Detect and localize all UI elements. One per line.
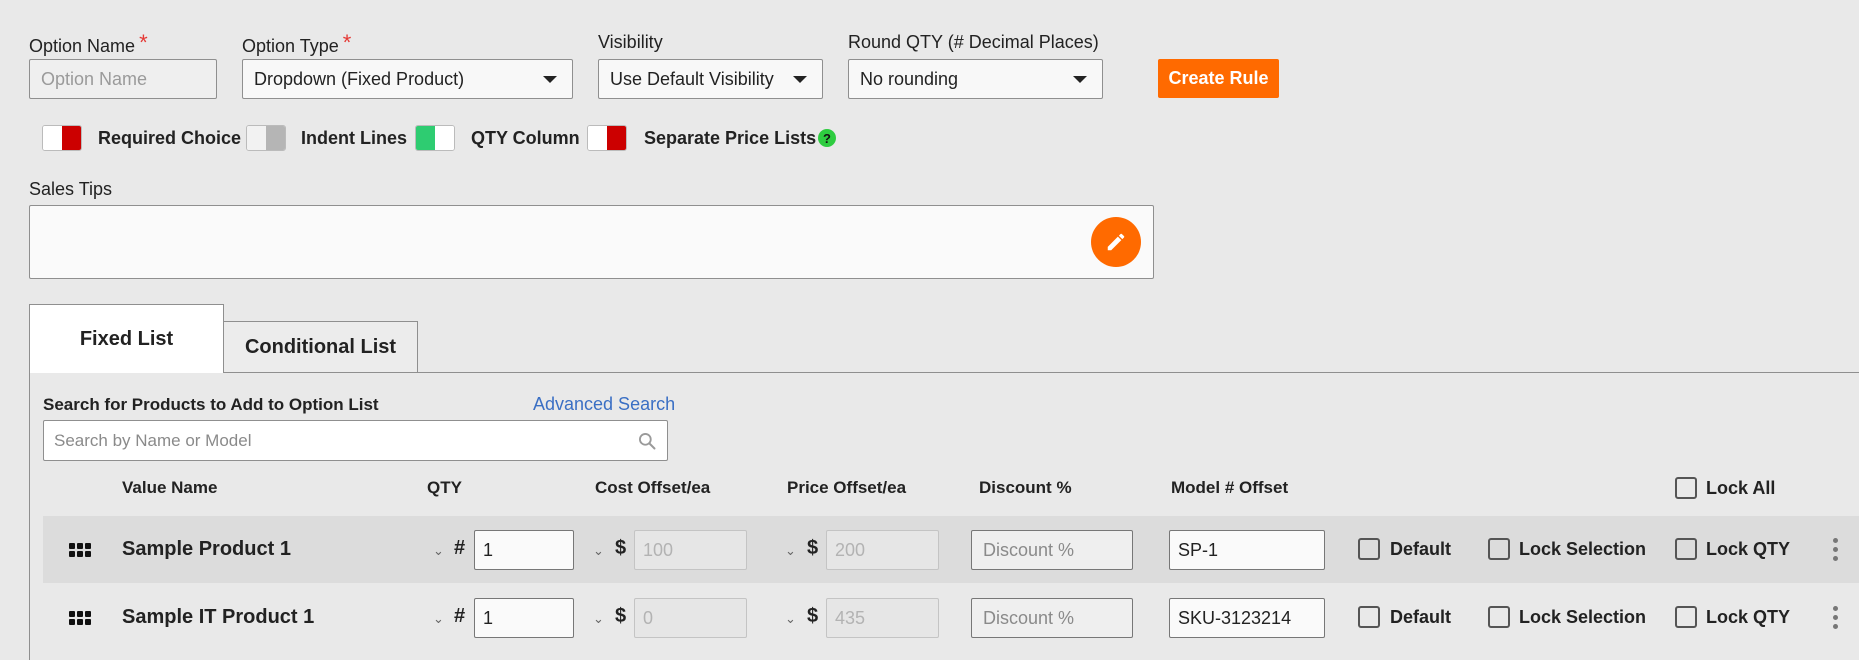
visibility-select[interactable]: Use Default Visibility — [598, 59, 823, 99]
qty-column-label: QTY Column — [471, 128, 580, 148]
price-currency-symbol: $ — [807, 537, 819, 559]
sales-tips-box[interactable] — [29, 205, 1154, 279]
discount-input[interactable]: Discount % — [971, 598, 1133, 638]
round-qty-value: No rounding — [860, 68, 959, 89]
lock-selection-label: Lock Selection — [1519, 539, 1647, 559]
row-menu-icon[interactable] — [1833, 606, 1838, 629]
visibility-label: Visibility — [598, 32, 663, 52]
pencil-icon — [1107, 233, 1125, 251]
separate-price-lists-label: Separate Price Lists — [644, 128, 817, 148]
row-menu-icon[interactable] — [1833, 538, 1838, 561]
product-name: Sample Product 1 — [122, 538, 291, 560]
drag-handle-icon[interactable] — [69, 543, 91, 557]
qty-hash-symbol: # — [454, 537, 466, 559]
chevron-down-icon[interactable]: ⌄ — [785, 543, 796, 559]
discount-input[interactable]: Discount % — [971, 530, 1133, 570]
model-offset-input[interactable]: SP-1 — [1169, 530, 1325, 570]
price-offset-input[interactable]: 200 — [826, 530, 939, 570]
price-offset-input[interactable]: 435 — [826, 598, 939, 638]
tab-label: Fixed List — [79, 327, 174, 350]
search-icon — [639, 432, 656, 449]
qty-hash-symbol: # — [454, 605, 466, 627]
cost-currency-symbol: $ — [615, 605, 627, 627]
caret-down-icon — [793, 75, 807, 83]
required-choice-toggle[interactable] — [42, 125, 82, 151]
lock-selection-checkbox[interactable] — [1488, 606, 1510, 628]
lock-all-label: Lock All — [1706, 478, 1776, 498]
help-icon[interactable]: ? — [818, 129, 836, 147]
col-price-offset: Price Offset/ea — [787, 478, 907, 497]
required-marker: * — [342, 30, 352, 55]
separate-price-lists-toggle[interactable] — [587, 125, 627, 151]
visibility-value: Use Default Visibility — [610, 68, 774, 89]
product-search-input[interactable]: Search by Name or Model — [43, 420, 668, 461]
col-discount: Discount % — [979, 478, 1072, 497]
tab-label: Conditional List — [244, 335, 397, 358]
tab-fixed-list[interactable]: Fixed List — [29, 304, 224, 373]
cost-currency-symbol: $ — [615, 537, 627, 559]
col-value-name: Value Name — [122, 478, 218, 497]
lock-selection-label: Lock Selection — [1519, 607, 1647, 627]
cost-offset-input[interactable]: 0 — [634, 598, 747, 638]
indent-lines-label: Indent Lines — [301, 128, 408, 148]
option-name-label: Option Name * — [29, 30, 148, 56]
caret-down-icon — [543, 75, 557, 83]
caret-down-icon — [1073, 75, 1087, 83]
col-cost-offset: Cost Offset/ea — [595, 478, 711, 497]
default-label: Default — [1390, 539, 1452, 559]
cost-offset-input[interactable]: 100 — [634, 530, 747, 570]
chevron-down-icon[interactable]: ⌄ — [433, 611, 444, 627]
lock-qty-label: Lock QTY — [1706, 607, 1791, 627]
indent-lines-toggle[interactable] — [246, 125, 286, 151]
round-qty-label: Round QTY (# Decimal Places) — [848, 32, 1099, 52]
lock-qty-checkbox[interactable] — [1675, 606, 1697, 628]
qty-input[interactable]: 1 — [474, 598, 574, 638]
round-qty-select[interactable]: No rounding — [848, 59, 1103, 99]
default-label: Default — [1390, 607, 1452, 627]
search-placeholder: Search by Name or Model — [54, 430, 252, 450]
lock-all-checkbox[interactable] — [1675, 477, 1697, 499]
advanced-search-link[interactable]: Advanced Search — [533, 394, 675, 415]
col-model-offset: Model # Offset — [1171, 478, 1289, 497]
chevron-down-icon[interactable]: ⌄ — [785, 611, 796, 627]
lock-qty-label: Lock QTY — [1706, 539, 1791, 559]
panel-border — [29, 372, 30, 660]
sales-tips-label: Sales Tips — [29, 179, 113, 199]
product-name: Sample IT Product 1 — [122, 606, 315, 628]
lock-selection-checkbox[interactable] — [1488, 538, 1510, 560]
default-checkbox[interactable] — [1358, 538, 1380, 560]
chevron-down-icon[interactable]: ⌄ — [593, 611, 604, 627]
chevron-down-icon[interactable]: ⌄ — [593, 543, 604, 559]
qty-column-toggle[interactable] — [415, 125, 455, 151]
required-choice-label: Required Choice — [98, 128, 242, 148]
default-checkbox[interactable] — [1358, 606, 1380, 628]
chevron-down-icon[interactable]: ⌄ — [433, 543, 444, 559]
required-marker: * — [139, 30, 148, 55]
price-currency-symbol: $ — [807, 605, 819, 627]
create-rule-button[interactable]: Create Rule — [1158, 59, 1279, 98]
qty-input[interactable]: 1 — [474, 530, 574, 570]
drag-handle-icon[interactable] — [69, 611, 91, 625]
option-type-label: Option Type * — [242, 30, 352, 56]
lock-qty-checkbox[interactable] — [1675, 538, 1697, 560]
edit-sales-tips-button[interactable] — [1091, 217, 1141, 267]
tab-conditional-list[interactable]: Conditional List — [223, 321, 418, 373]
option-name-input[interactable]: Option Name — [29, 59, 217, 99]
option-type-value: Dropdown (Fixed Product) — [254, 68, 465, 89]
option-type-select[interactable]: Dropdown (Fixed Product) — [242, 59, 573, 99]
model-offset-input[interactable]: SKU-3123214 — [1169, 598, 1325, 638]
search-products-label: Search for Products to Add to Option Lis… — [43, 395, 379, 414]
col-qty: QTY — [427, 478, 462, 497]
